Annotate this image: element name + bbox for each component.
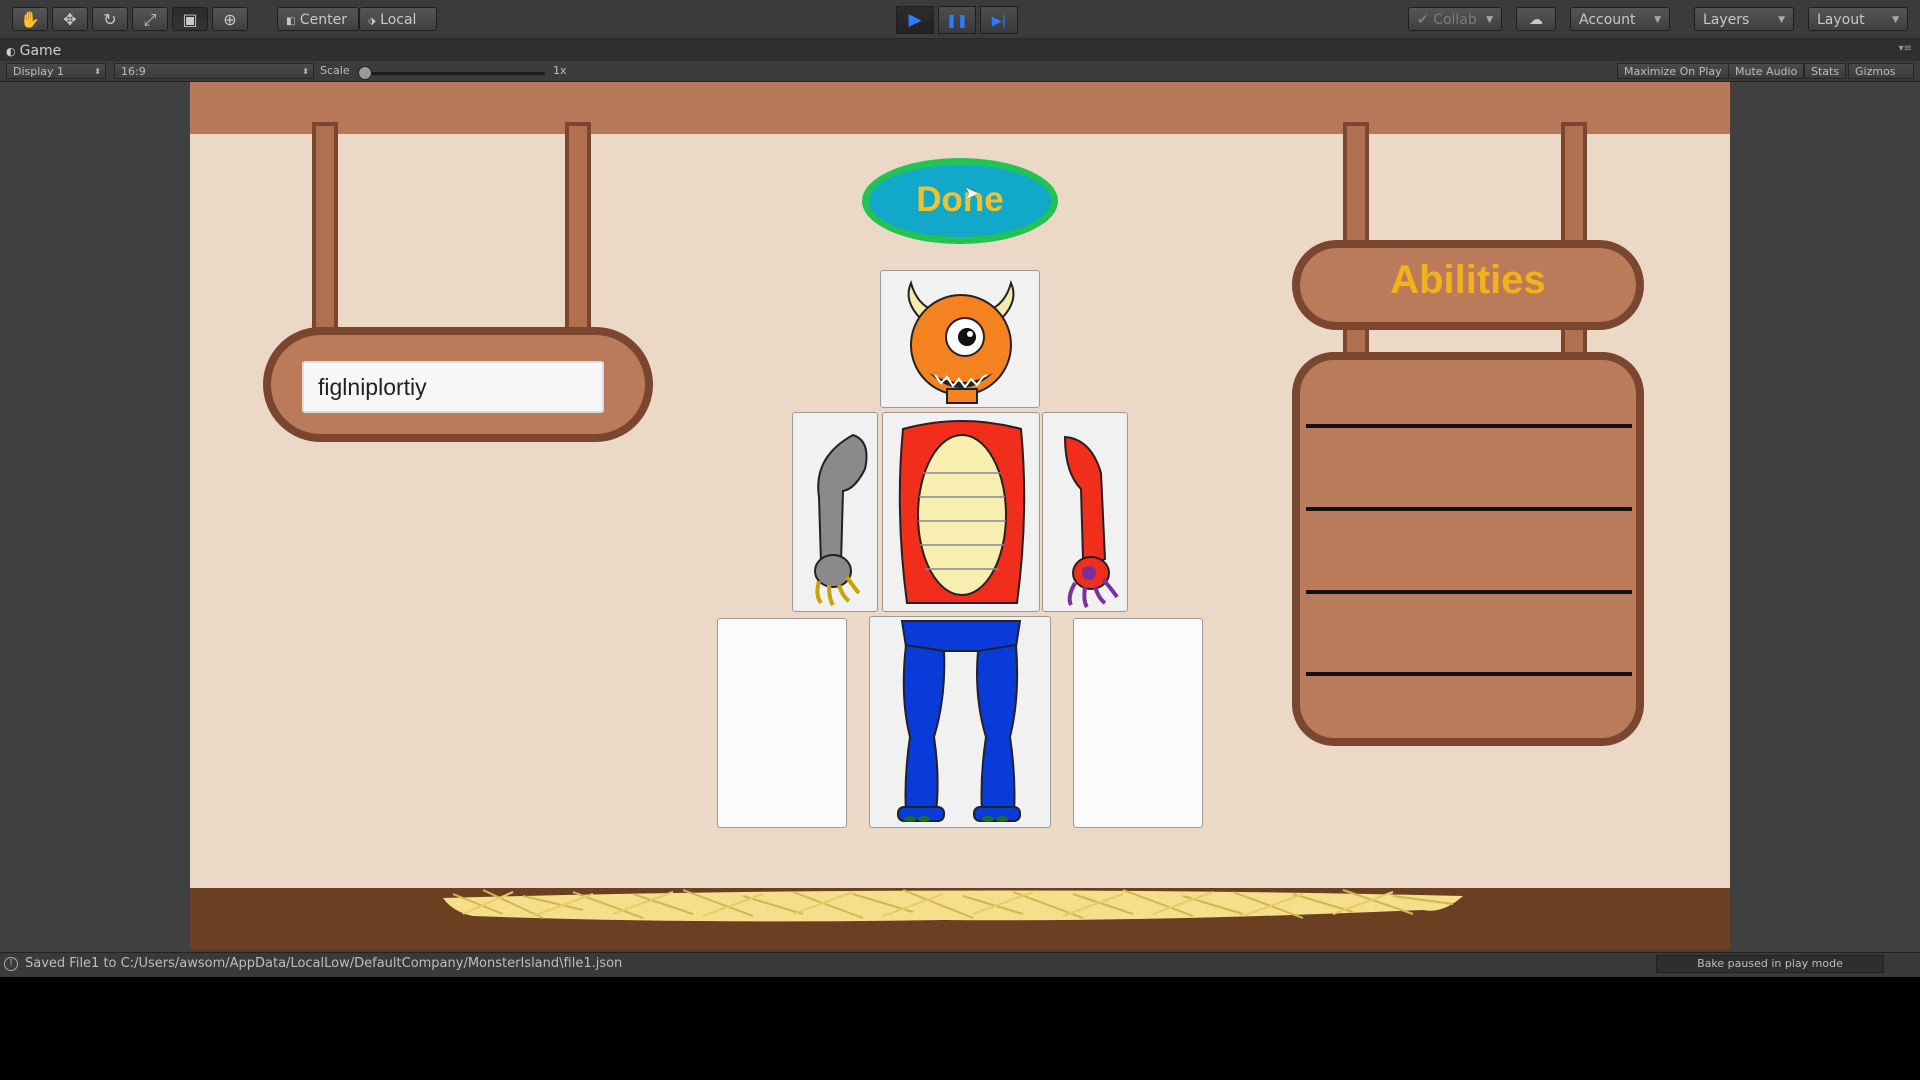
pause-button[interactable]: ❚❚	[938, 6, 976, 34]
tab-game-label: Game	[19, 43, 62, 59]
chevron-down-icon: ▼	[1654, 15, 1661, 25]
bake-status-label: Bake paused in play mode	[1697, 957, 1843, 970]
aspect-label: 16:9	[121, 65, 146, 78]
bake-status: Bake paused in play mode	[1656, 955, 1884, 973]
monster-body-icon	[898, 420, 1026, 604]
game-canvas: figlniplortiy Done ➤ Abilities	[190, 82, 1730, 950]
updown-arrow-icon: ⬍	[302, 67, 309, 76]
scale-slider-track[interactable]	[365, 72, 545, 75]
updown-arrow-icon: ⬍	[94, 67, 101, 76]
gizmos-label: Gizmos	[1855, 65, 1896, 78]
status-bar: ! Saved File1 to C:/Users/awsom/AppData/…	[0, 952, 1920, 977]
local-space-icon: ⬗	[368, 16, 376, 27]
step-button[interactable]: ▶|	[980, 6, 1018, 34]
ability-slot[interactable]	[1306, 511, 1632, 589]
monster-head-icon	[907, 280, 1015, 404]
layout-label: Layout	[1817, 12, 1865, 28]
rotate-tool-icon[interactable]: ↻	[92, 7, 128, 31]
chevron-down-icon: ▼	[1778, 15, 1785, 25]
scale-label: Scale	[320, 64, 350, 77]
play-icon: ▶	[908, 10, 922, 30]
chevron-down-icon: ▼	[1892, 15, 1899, 25]
chevron-down-icon: ▼	[1486, 15, 1493, 25]
done-button[interactable]: Done	[862, 158, 1058, 244]
display-label: Display 1	[13, 65, 65, 78]
straw-decoration	[443, 889, 1463, 922]
sign-post	[565, 122, 591, 334]
left-arm-part-card[interactable]	[792, 412, 878, 612]
abilities-title: Abilities	[1390, 258, 1546, 302]
layers-dropdown[interactable]: Layers ▼	[1694, 7, 1794, 31]
game-tab-icon: ◐	[6, 45, 16, 58]
cloud-icon: ☁	[1529, 12, 1543, 28]
checkmark-icon: ✔	[1417, 12, 1429, 28]
red-arm-icon	[1063, 435, 1119, 609]
scale-slider-handle[interactable]	[358, 66, 372, 80]
gizmos-dropdown[interactable]: Gizmos	[1848, 63, 1914, 79]
right-arm-part-card[interactable]	[1042, 412, 1128, 612]
move-tool-icon[interactable]: ✥	[52, 7, 88, 31]
monster-name-value: figlniplortiy	[318, 374, 427, 400]
layout-dropdown[interactable]: Layout ▼	[1808, 7, 1908, 31]
hand-tool-icon[interactable]: ✋	[12, 7, 48, 31]
collab-label: Collab	[1433, 12, 1477, 28]
sign-post	[1343, 122, 1369, 252]
display-dropdown[interactable]: Display 1 ⬍	[6, 63, 106, 79]
mouse-cursor-icon: ➤	[964, 183, 980, 204]
pivot-label: Center	[299, 12, 348, 28]
head-part-card[interactable]	[880, 270, 1040, 408]
maximize-on-play-toggle[interactable]: Maximize On Play	[1617, 63, 1729, 79]
tab-menu-icon[interactable]: ▾≡	[1899, 43, 1912, 54]
left-leg-part-card[interactable]	[717, 618, 847, 828]
pivot-center-toggle[interactable]: ◧ Center	[277, 7, 359, 31]
game-tab-bar: ◐ Game ▾≡	[0, 39, 1920, 61]
play-button[interactable]: ▶	[896, 6, 934, 34]
step-icon: ▶|	[991, 14, 1007, 29]
status-message[interactable]: Saved File1 to C:/Users/awsom/AppData/Lo…	[25, 956, 622, 971]
cloud-button[interactable]: ☁	[1516, 7, 1556, 31]
pause-icon: ❚❚	[946, 14, 968, 29]
space-label: Local	[380, 12, 417, 28]
ability-divider	[1306, 672, 1632, 676]
stats-toggle[interactable]: Stats	[1804, 63, 1847, 79]
pivot-local-toggle[interactable]: ⬗ Local	[359, 7, 437, 31]
tab-game[interactable]: ◐ Game	[6, 41, 61, 61]
layers-label: Layers	[1703, 12, 1750, 28]
ceiling-band	[190, 82, 1730, 134]
pivot-icon: ◧	[286, 16, 296, 27]
ability-slot[interactable]	[1306, 428, 1632, 506]
sign-post	[312, 122, 338, 334]
rect-tool-icon[interactable]: ▣	[172, 7, 208, 31]
account-label: Account	[1579, 12, 1636, 28]
editor-toolbar: ✋ ✥ ↻ ⤢ ▣ ⊕ ◧ Center ⬗ Local ▶ ❚❚ ▶| ✔ C…	[0, 0, 1920, 39]
mute-audio-label: Mute Audio	[1735, 65, 1798, 78]
transform-tool-icon[interactable]: ⊕	[212, 7, 248, 31]
legs-part-card[interactable]	[869, 616, 1051, 828]
scale-value: 1x	[553, 64, 567, 77]
aspect-dropdown[interactable]: 16:9 ⬍	[114, 63, 314, 79]
info-icon: !	[4, 957, 18, 971]
ability-slot[interactable]	[1306, 594, 1632, 672]
sign-post	[1561, 122, 1587, 252]
scale-tool-icon[interactable]: ⤢	[132, 7, 168, 31]
mute-audio-toggle[interactable]: Mute Audio	[1728, 63, 1805, 79]
stats-label: Stats	[1811, 65, 1840, 78]
done-label: Done	[916, 180, 1004, 219]
account-dropdown[interactable]: Account ▼	[1570, 7, 1670, 31]
right-leg-part-card[interactable]	[1073, 618, 1203, 828]
monster-name-input[interactable]: figlniplortiy	[302, 361, 604, 413]
blue-legs-icon	[897, 620, 1022, 822]
body-part-card[interactable]	[882, 412, 1040, 612]
game-view-controls: Display 1 ⬍ 16:9 ⬍ Scale 1x Maximize On …	[0, 61, 1920, 82]
maximize-on-play-label: Maximize On Play	[1624, 65, 1722, 78]
collab-dropdown[interactable]: ✔ Collab ▼	[1408, 7, 1502, 31]
gray-arm-icon	[814, 433, 868, 607]
